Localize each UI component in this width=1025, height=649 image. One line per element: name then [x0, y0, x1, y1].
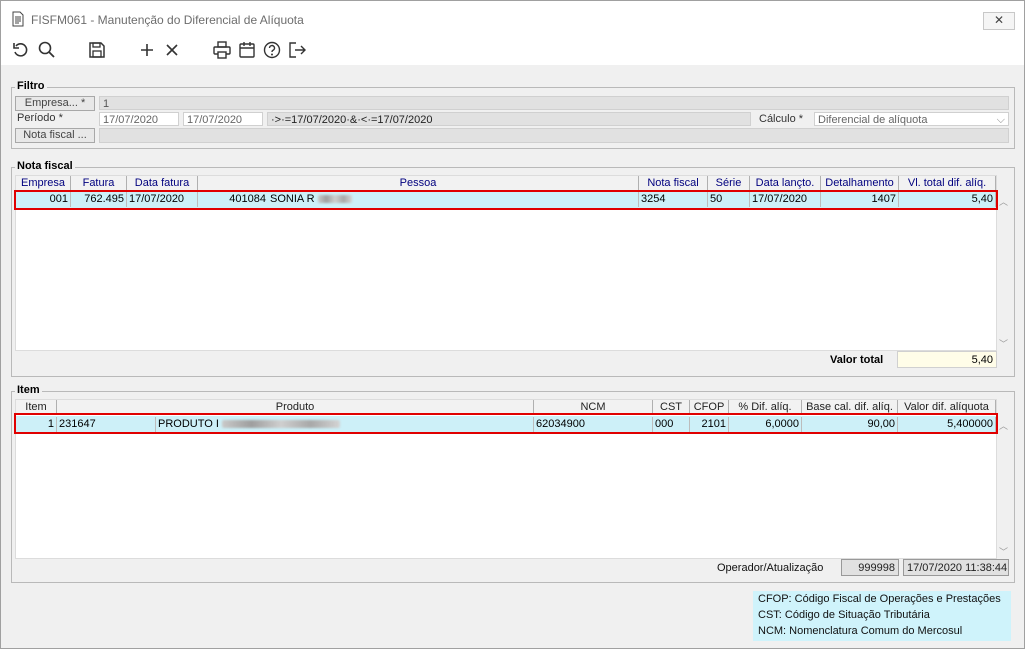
add-icon[interactable]: [137, 40, 157, 60]
scroll-up-icon[interactable]: ︿: [999, 195, 1008, 208]
empresa-field[interactable]: 1: [99, 96, 1009, 110]
col-ncm[interactable]: NCM: [534, 400, 653, 415]
periodo-label: Período *: [17, 112, 63, 124]
col-pessoa[interactable]: Pessoa: [198, 176, 639, 191]
nota-fiscal-button[interactable]: Nota fiscal ...: [15, 128, 95, 143]
pessoa-name: SONIA R: [270, 193, 315, 205]
undo-icon[interactable]: [11, 40, 31, 60]
redacted-text: [317, 195, 352, 204]
empresa-button[interactable]: Empresa... *: [15, 96, 95, 111]
cell-nota-fiscal: 3254: [639, 192, 708, 207]
nota-fiscal-grid: Empresa Fatura Data fatura Pessoa Nota f…: [15, 175, 997, 351]
cell-data-fatura: 17/07/2020: [127, 192, 198, 207]
col-produto[interactable]: Produto: [57, 400, 534, 415]
calendar-icon[interactable]: [237, 40, 257, 60]
calculo-select[interactable]: Diferencial de alíquota ⌵: [814, 112, 1009, 126]
search-icon[interactable]: [37, 40, 57, 60]
cst-note: CST: Código de Situação Tributária: [758, 609, 930, 621]
cell-ncm: 62034900: [534, 417, 653, 432]
valor-total-label: Valor total: [830, 354, 884, 366]
col-vl-total[interactable]: Vl. total dif. alíq.: [899, 176, 996, 191]
cell-valor-dif: 5,400000: [898, 417, 996, 432]
operador-label: Operador/Atualização: [717, 562, 824, 574]
valor-total-field: 5,40: [897, 351, 997, 368]
abbreviation-legend: CFOP: Código Fiscal de Operações e Prest…: [753, 591, 1011, 641]
cell-detalhamento: 1407: [821, 192, 899, 207]
col-detalhamento[interactable]: Detalhamento: [821, 176, 899, 191]
title-bar: FISFM061 - Manutenção do Diferencial de …: [1, 1, 1024, 35]
cell-produto-code: 231647: [57, 417, 156, 432]
col-pct-dif[interactable]: % Dif. alíq.: [729, 400, 802, 415]
cancel-icon[interactable]: [162, 40, 182, 60]
col-base-cal[interactable]: Base cal. dif. alíq.: [802, 400, 898, 415]
help-icon[interactable]: [262, 40, 282, 60]
ncm-note: NCM: Nomenclatura Comum do Mercosul: [758, 625, 963, 637]
col-cfop[interactable]: CFOP: [690, 400, 729, 415]
window-title: FISFM061 - Manutenção do Diferencial de …: [31, 13, 304, 27]
cell-produto-desc: PRODUTO I: [156, 417, 534, 432]
calculo-value: Diferencial de alíquota: [818, 114, 928, 126]
close-button[interactable]: ✕: [983, 12, 1015, 30]
cell-pessoa-code: 401084: [229, 193, 266, 205]
scroll-up-icon[interactable]: ︿: [999, 419, 1008, 432]
cell-base-cal: 90,00: [802, 417, 898, 432]
print-icon[interactable]: [212, 40, 232, 60]
exit-icon[interactable]: [287, 40, 307, 60]
cell-cst: 000: [653, 417, 690, 432]
periodo-start-field[interactable]: 17/07/2020: [99, 112, 179, 126]
cell-vl-total: 5,40: [899, 192, 996, 207]
item-grid: Item Produto NCM CST CFOP % Dif. alíq. B…: [15, 399, 997, 559]
cell-empresa: 001: [16, 192, 71, 207]
cell-cfop: 2101: [690, 417, 729, 432]
cell-serie: 50: [708, 192, 750, 207]
calculo-label: Cálculo *: [759, 113, 804, 125]
table-row[interactable]: 001 762.495 17/07/2020 401084 SONIA R 32…: [16, 192, 996, 208]
produto-desc: PRODUTO I: [158, 418, 219, 430]
cell-pct-dif: 6,0000: [729, 417, 802, 432]
main-window: FISFM061 - Manutenção do Diferencial de …: [0, 0, 1025, 649]
periodo-expression: ·>·=17/07/2020·&·<·=17/07/2020: [267, 112, 751, 126]
toolbar: [1, 35, 1024, 65]
col-nota-fiscal[interactable]: Nota fiscal: [639, 176, 708, 191]
nota-fiscal-field[interactable]: [99, 128, 1009, 143]
scroll-down-icon[interactable]: ﹀: [999, 545, 1008, 558]
save-icon[interactable]: [87, 40, 107, 60]
cell-pessoa-name: SONIA R: [268, 192, 639, 207]
col-empresa[interactable]: Empresa: [16, 176, 71, 191]
cell-item: 1: [16, 417, 57, 432]
col-data-fatura[interactable]: Data fatura: [127, 176, 198, 191]
nota-fiscal-legend: Nota fiscal: [15, 160, 75, 172]
col-fatura[interactable]: Fatura: [71, 176, 127, 191]
atualizacao-field: 17/07/2020 11:38:44: [903, 559, 1009, 576]
periodo-end-field[interactable]: 17/07/2020: [183, 112, 263, 126]
scroll-down-icon[interactable]: ﹀: [999, 337, 1008, 350]
document-icon: [11, 11, 25, 30]
col-cst[interactable]: CST: [653, 400, 690, 415]
table-row[interactable]: 1 231647 PRODUTO I 62034900 000 2101 6,0…: [16, 416, 996, 433]
col-serie[interactable]: Série: [708, 176, 750, 191]
item-legend: Item: [15, 384, 42, 396]
cfop-note: CFOP: Código Fiscal de Operações e Prest…: [758, 593, 1001, 605]
filtro-legend: Filtro: [15, 80, 47, 92]
col-valor-dif[interactable]: Valor dif. alíquota: [898, 400, 996, 415]
redacted-text: [221, 420, 340, 429]
cell-fatura: 762.495: [71, 192, 127, 207]
col-item[interactable]: Item: [16, 400, 57, 415]
chevron-down-icon[interactable]: ⌵: [997, 113, 1005, 127]
cell-data-lancto: 17/07/2020: [750, 192, 821, 207]
operador-field: 999998: [841, 559, 899, 576]
col-data-lancto[interactable]: Data lançto.: [750, 176, 821, 191]
